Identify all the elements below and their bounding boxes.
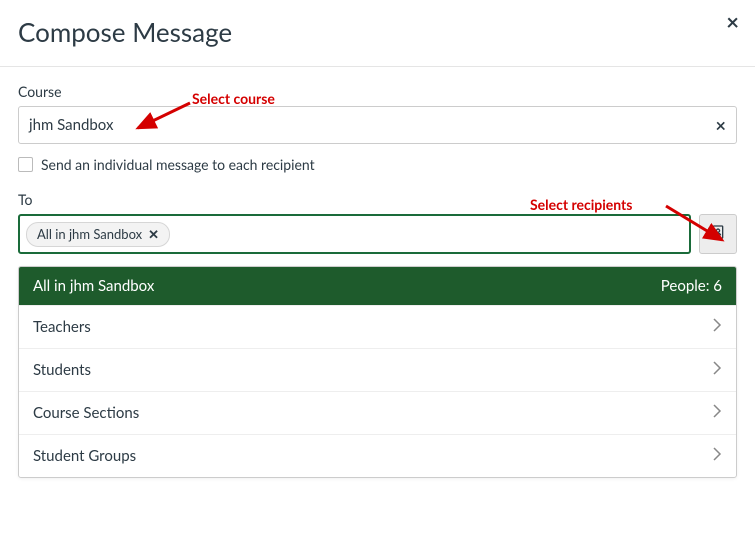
chevron-right-icon [712, 318, 722, 336]
list-item-label: Teachers [33, 318, 91, 336]
chevron-right-icon [712, 447, 722, 465]
course-value: jhm Sandbox [29, 116, 113, 134]
individual-checkbox[interactable] [18, 157, 33, 172]
list-item-label: Student Groups [33, 447, 136, 465]
chevron-right-icon [712, 404, 722, 422]
address-book-icon [710, 224, 726, 244]
chevron-right-icon [712, 361, 722, 379]
recipients-dropdown-header[interactable]: All in jhm Sandbox People: 6 [19, 267, 736, 305]
recipient-chip[interactable]: All in jhm Sandbox ✕ [26, 222, 170, 247]
recipients-item-course-sections[interactable]: Course Sections [19, 391, 736, 434]
list-item-label: Course Sections [33, 404, 139, 422]
address-book-button[interactable] [699, 214, 737, 254]
remove-chip-icon[interactable]: ✕ [148, 226, 159, 243]
compose-dialog: Compose Message [0, 0, 755, 48]
recipients-item-student-groups[interactable]: Student Groups [19, 434, 736, 477]
to-label: To [18, 191, 737, 208]
divider [0, 66, 755, 67]
recipients-input[interactable]: All in jhm Sandbox ✕ [18, 214, 691, 254]
individual-label[interactable]: Send an individual message to each recip… [41, 156, 315, 173]
dialog-title: Compose Message [18, 16, 737, 48]
list-item-label: Students [33, 361, 91, 379]
recipients-item-students[interactable]: Students [19, 348, 736, 391]
recipient-chip-label: All in jhm Sandbox [37, 226, 142, 242]
close-icon[interactable]: × [726, 8, 739, 35]
recipients-people-count: People: 6 [661, 277, 722, 295]
clear-course-icon[interactable]: × [716, 114, 726, 136]
recipients-header-label: All in jhm Sandbox [33, 277, 154, 295]
course-select[interactable]: jhm Sandbox × [18, 106, 737, 144]
recipients-dropdown: All in jhm Sandbox People: 6 Teachers St… [18, 266, 737, 478]
course-label: Course [18, 83, 737, 100]
recipients-item-teachers[interactable]: Teachers [19, 305, 736, 348]
